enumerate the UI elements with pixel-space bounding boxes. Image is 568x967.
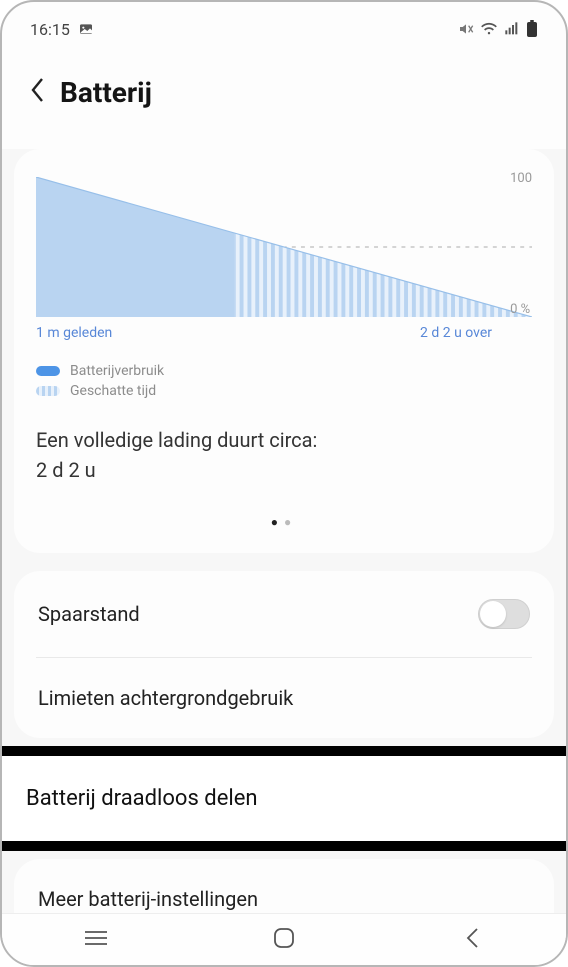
battery-icon	[526, 20, 538, 38]
header: Batterij	[2, 46, 566, 149]
power-saving-label: Spaarstand	[38, 602, 140, 626]
chart-y-bottom-label: 0 %	[510, 302, 532, 317]
nav-back-button[interactable]	[432, 927, 512, 953]
power-saving-row[interactable]: Spaarstand	[36, 571, 532, 657]
legend-solid-icon	[36, 366, 60, 376]
chart-x-end-label: 2 d 2 u over	[420, 325, 492, 341]
pager-dots[interactable]: ●●	[36, 515, 532, 529]
status-time: 16:15	[30, 20, 70, 39]
mute-icon	[458, 21, 474, 37]
wifi-icon	[480, 21, 498, 37]
signal-icon	[504, 21, 520, 37]
legend-stripe-icon	[36, 386, 60, 396]
nav-bar	[2, 913, 566, 965]
battery-chart: 100 0 %	[36, 177, 532, 317]
chart-y-top-label: 100	[510, 171, 532, 186]
legend-estimate-label: Geschatte tijd	[70, 383, 156, 399]
image-icon	[78, 21, 94, 37]
status-bar: 16:15	[2, 2, 566, 46]
legend-usage-label: Batterijverbruik	[70, 363, 164, 379]
full-charge-value: 2 d 2 u	[36, 455, 532, 485]
nav-home-button[interactable]	[244, 927, 324, 953]
wireless-powershare-label: Batterij draadloos delen	[26, 786, 258, 811]
full-charge-label: Een volledige lading duurt circa:	[36, 425, 532, 455]
nav-recents-button[interactable]	[56, 930, 136, 950]
back-icon[interactable]	[30, 77, 44, 109]
battery-chart-card[interactable]: 100 0 % 1 m geleden 2 d 2 u over Batteri…	[14, 149, 554, 553]
power-saving-toggle[interactable]	[478, 599, 530, 629]
chart-legend: Batterijverbruik Geschatte tijd	[36, 363, 532, 399]
page-title: Batterij	[60, 76, 152, 109]
background-limits-row[interactable]: Limieten achtergrondgebruik	[36, 657, 532, 738]
more-battery-settings-label: Meer batterij-instellingen	[38, 887, 258, 911]
wireless-powershare-row[interactable]: Batterij draadloos delen	[2, 756, 566, 841]
background-limits-label: Limieten achtergrondgebruik	[38, 686, 293, 710]
chart-x-start-label: 1 m geleden	[36, 325, 112, 341]
